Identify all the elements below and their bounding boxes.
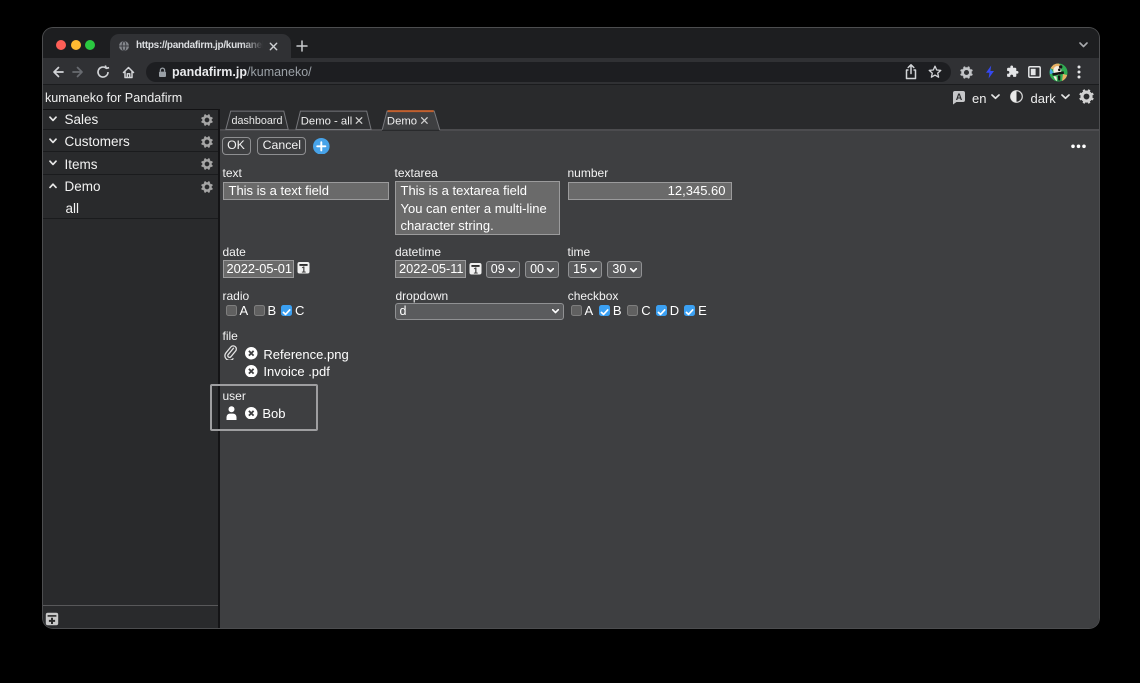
svg-text:A: A <box>956 92 963 102</box>
svg-text:dashboard: dashboard <box>231 115 282 127</box>
svg-text:Demo: Demo <box>386 116 416 128</box>
svg-text:Demo - all: Demo - all <box>300 116 351 128</box>
